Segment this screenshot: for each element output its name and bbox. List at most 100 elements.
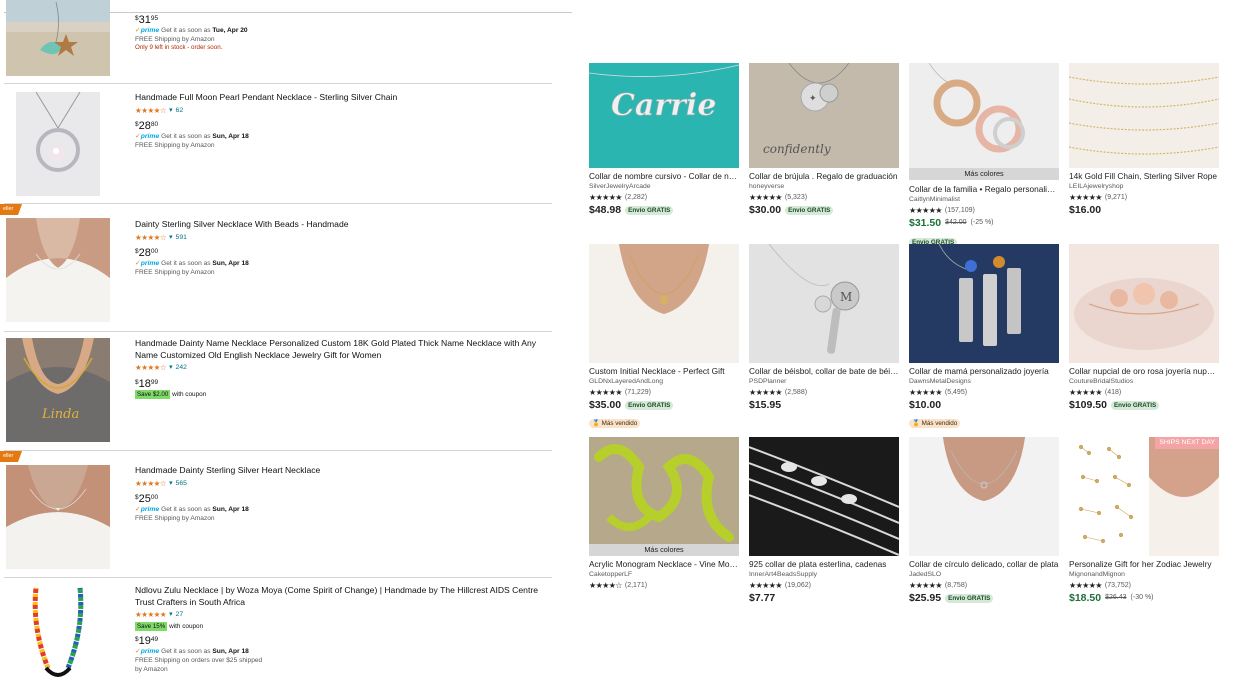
star-rating-icon: ★★★★★ [749, 388, 782, 397]
product-title[interactable]: Collar de mamá personalizado joyería [909, 366, 1059, 377]
product-title[interactable]: Handmade Dainty Name Necklace Personaliz… [135, 338, 545, 361]
shop-name[interactable]: CaketopperLF [589, 570, 739, 580]
shop-name[interactable]: MignonandMignon [1069, 570, 1219, 580]
product-card[interactable]: Más colores Collar de la familia • Regal… [909, 63, 1059, 249]
shipping-text: FREE Shipping on orders over $25 shipped [135, 656, 263, 664]
rating[interactable]: ★★★★☆ ▾ 62 [135, 105, 545, 117]
product-card[interactable]: 925 collar de plata esterlina, cadenas I… [749, 437, 899, 605]
product-card[interactable]: ✦ confidently Collar de brújula . Regalo … [749, 63, 899, 217]
coupon-line[interactable]: Save 15% with coupon [135, 621, 545, 631]
product-title[interactable]: Collar de brújula . Regalo de graduación [749, 171, 899, 182]
product-image[interactable] [589, 244, 739, 363]
shop-name[interactable]: CoutureBridalStudios [1069, 377, 1219, 387]
product-image[interactable]: Más colores [909, 63, 1059, 180]
product-title[interactable]: Acrylic Monogram Necklace - Vine Monogra… [589, 559, 739, 570]
product-image[interactable] [6, 584, 110, 687]
product-card[interactable]: 14k Gold Fill Chain, Sterling Silver Rop… [1069, 63, 1219, 217]
rating[interactable]: ★★★★☆ ▾ 565 [135, 478, 545, 490]
rating: ★★★★★ (5,495) [909, 388, 968, 397]
product-info: Handmade Dainty Sterling Silver Heart Ne… [135, 465, 545, 523]
product-card[interactable]: M Collar de béisbol, collar de bate de b… [749, 244, 899, 412]
shop-name[interactable]: honeyverse [749, 182, 899, 192]
product-title[interactable]: Handmade Dainty Sterling Silver Heart Ne… [135, 465, 545, 477]
coupon-line[interactable]: Save $2.00 with coupon [135, 389, 545, 399]
shop-name[interactable]: DawnsMetalDesigns [909, 377, 1059, 387]
list-item[interactable]: Ndlovu Zulu Necklace | by Woza Moya (Com… [4, 578, 552, 687]
product-image[interactable] [6, 0, 110, 76]
rating: ★★★★★ (2,588) [749, 388, 808, 397]
product-title[interactable]: 14k Gold Fill Chain, Sterling Silver Rop… [1069, 171, 1219, 182]
product-image[interactable] [6, 218, 110, 322]
list-item[interactable]: Handmade Dainty Sterling Silver Heart Ne… [4, 451, 552, 577]
discount: (-30 %) [1130, 594, 1154, 601]
shop-name[interactable]: JadedSLO [909, 570, 1059, 580]
rating: ★★★★★ (2,282) [589, 193, 648, 202]
product-title[interactable]: Personalize Gift for her Zodiac Jewelry [1069, 559, 1219, 570]
product-card[interactable]: Carrie Collar de nombre cursivo - Collar… [589, 63, 739, 217]
star-rating-icon: ★★★★★ [909, 206, 942, 215]
product-title[interactable]: Collar nupcial de oro rosa joyería nupci… [1069, 366, 1219, 377]
list-item[interactable]: Handmade Full Moon Pearl Pendant Necklac… [4, 84, 552, 204]
product-image[interactable] [909, 244, 1059, 363]
product-title[interactable]: 925 collar de plata esterlina, cadenas [749, 559, 899, 570]
shop-name[interactable]: PSDPlanner [749, 377, 899, 387]
shop-name[interactable]: CaitlynMinimalist [909, 195, 1059, 205]
product-image[interactable]: ✦ confidently [749, 63, 899, 168]
rating[interactable]: ★★★★★ ▾ 27 [135, 609, 545, 621]
product-title[interactable]: Ndlovu Zulu Necklace | by Woza Moya (Com… [135, 585, 545, 608]
more-colors-label[interactable]: Más colores [909, 168, 1059, 180]
rating: ★★★★☆ (2,171) [589, 581, 648, 590]
product-title[interactable]: Dainty Sterling Silver Necklace With Bea… [135, 219, 545, 231]
rating[interactable]: ★★★★☆ ▾ 242 [135, 362, 545, 374]
shop-name[interactable]: SilverJewelryArcade [589, 182, 739, 192]
list-item[interactable]: Linda Handmade Dainty Name Necklace Pers… [4, 332, 552, 450]
product-image[interactable]: Más colores [589, 437, 739, 556]
prime-icon: ✓prime [135, 647, 160, 655]
product-card[interactable]: Collar de mamá personalizado joyería Daw… [909, 244, 1059, 430]
product-card[interactable]: Collar nupcial de oro rosa joyería nupci… [1069, 244, 1219, 412]
shipping-text: by Amazon [135, 665, 168, 673]
product-image[interactable]: SHIPS NEXT DAY [1069, 437, 1219, 556]
shop-name[interactable]: InnerArt4BeadsSupply [749, 570, 899, 580]
save-badge: Save 15% [135, 621, 168, 631]
product-card[interactable]: Collar de círculo delicado, collar de pl… [909, 437, 1059, 605]
award-icon: 🏅 [592, 420, 600, 427]
product-info: Handmade Full Moon Pearl Pendant Necklac… [135, 92, 545, 150]
more-colors-label[interactable]: Más colores [589, 544, 739, 556]
product-image[interactable] [909, 437, 1059, 556]
product-title[interactable]: Collar de la familia • Regalo personaliz… [909, 184, 1059, 195]
product-card[interactable]: Más colores Acrylic Monogram Necklace - … [589, 437, 739, 591]
product-title[interactable]: Custom Initial Necklace - Perfect Gift [589, 366, 739, 377]
original-price: $42.00 [945, 219, 967, 226]
product-title[interactable]: Handmade Full Moon Pearl Pendant Necklac… [135, 92, 545, 104]
price: $7.77 [749, 592, 776, 604]
shop-name[interactable]: LEILAjewelryshop [1069, 182, 1219, 192]
product-image[interactable] [16, 92, 100, 196]
star-rating-icon: ★★★★★ [135, 610, 167, 619]
list-item[interactable]: Dainty Sterling Silver Necklace With Bea… [4, 204, 552, 332]
product-title[interactable]: Collar de círculo delicado, collar de pl… [909, 559, 1059, 570]
stock-warning: Only 9 left in stock - order soon. [135, 44, 223, 51]
product-title[interactable]: Collar de nombre cursivo - Collar de nom… [589, 171, 739, 182]
free-shipping-badge: Envío GRATIS [625, 400, 674, 410]
rating[interactable]: ★★★★☆ ▾ 591 [135, 232, 545, 244]
product-image[interactable]: Carrie [589, 63, 739, 168]
rating: ★★★★★ (418) [1069, 388, 1122, 397]
product-card[interactable]: SHIPS NEXT DAY Personalize Gift for her … [1069, 437, 1219, 605]
list-item[interactable]: $3195 ✓prime Get it as soon as Tue, Apr … [4, 0, 552, 84]
product-image[interactable] [749, 437, 899, 556]
product-image[interactable] [1069, 244, 1219, 363]
rating: ★★★★★ (8,758) [909, 581, 968, 590]
product-title[interactable]: Collar de béisbol, collar de bate de béi… [749, 366, 899, 377]
product-image[interactable] [1069, 63, 1219, 168]
product-image[interactable]: Linda [6, 338, 110, 442]
star-rating-icon: ★★★★☆ [135, 232, 167, 242]
shipping-text: FREE Shipping by Amazon [135, 36, 215, 43]
ships-next-day-badge: SHIPS NEXT DAY [1155, 437, 1219, 449]
shop-name[interactable]: GLDNxLayeredAndLong [589, 377, 739, 387]
product-image[interactable]: M [749, 244, 899, 363]
product-image[interactable] [6, 465, 110, 569]
star-rating-icon: ★★★★☆ [135, 363, 167, 372]
rating: ★★★★★ (157,109) [909, 206, 975, 215]
product-card[interactable]: Custom Initial Necklace - Perfect Gift G… [589, 244, 739, 430]
